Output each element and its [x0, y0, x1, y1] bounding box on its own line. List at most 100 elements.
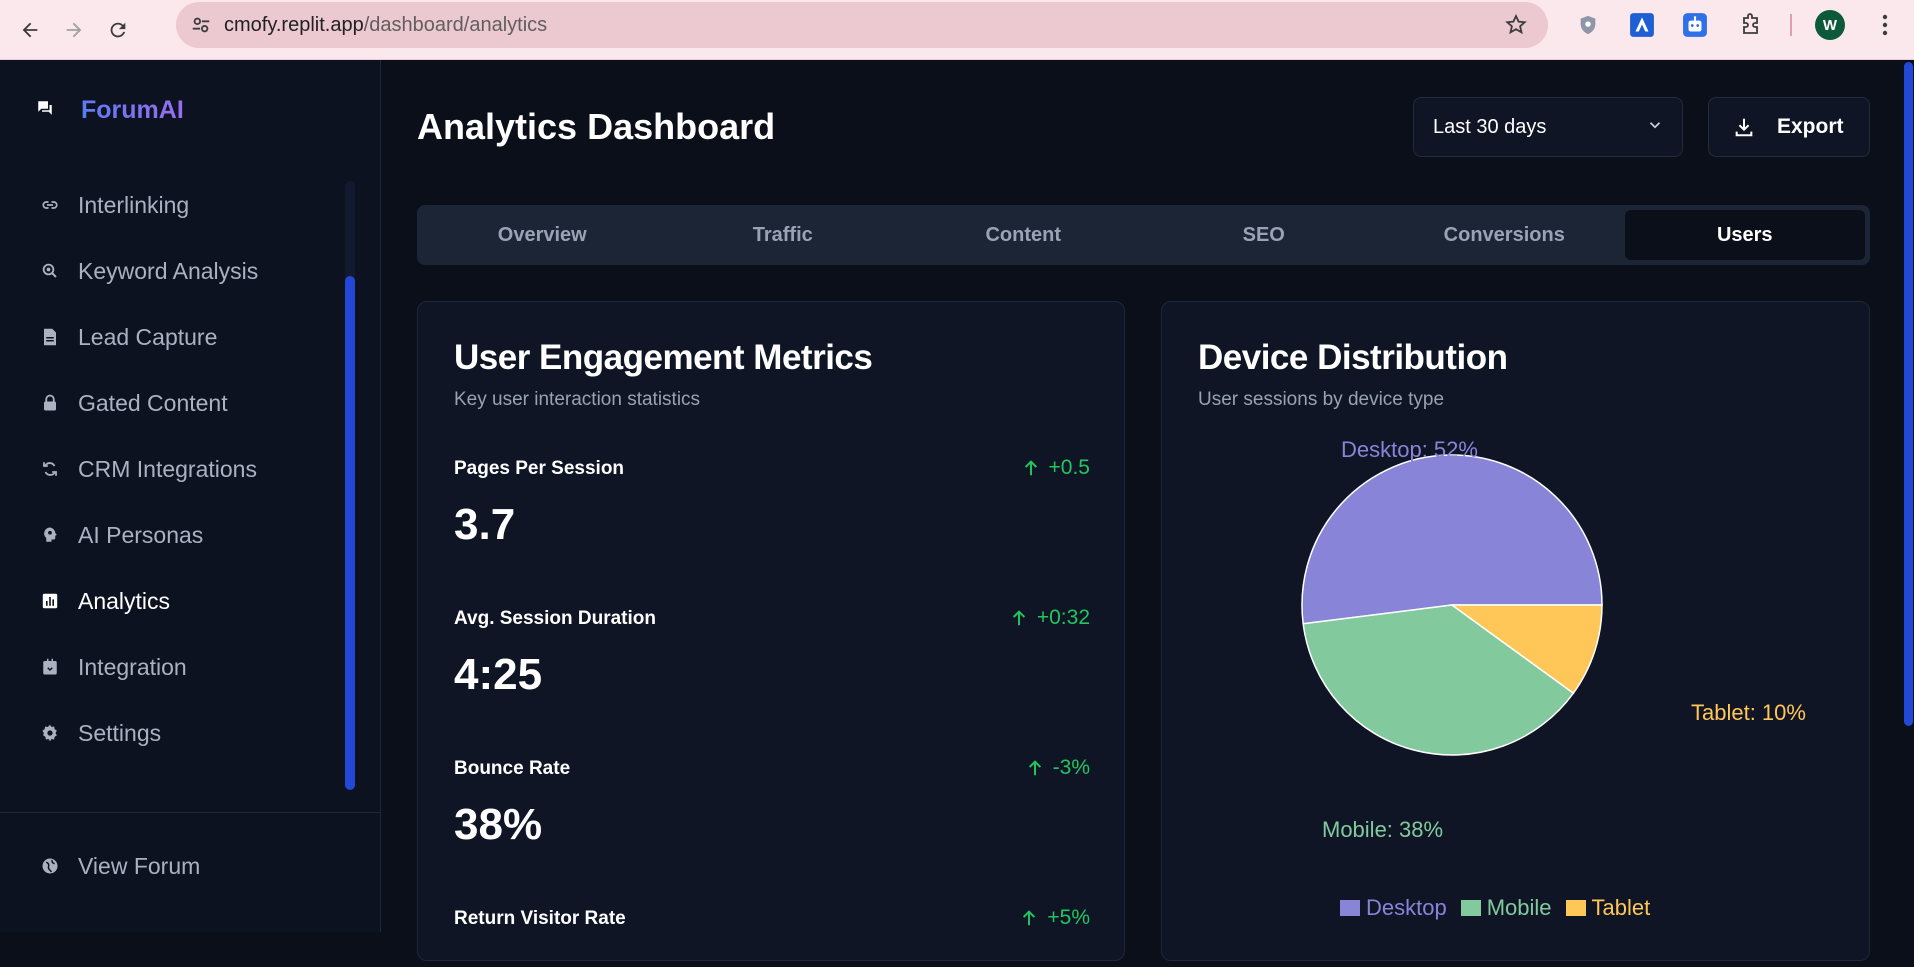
profile-avatar[interactable]: W	[1815, 10, 1845, 40]
analytics-icon	[40, 591, 60, 611]
tab-content[interactable]: Content	[903, 210, 1144, 260]
metric-delta-value: +5%	[1047, 906, 1090, 929]
device-distribution-card: Device Distribution User sessions by dev…	[1161, 301, 1870, 961]
metric-value: 38%	[454, 800, 543, 849]
metric-value: 3.7	[454, 500, 516, 549]
view-forum-link[interactable]: View Forum	[0, 833, 381, 899]
metric-label: Return Visitor Rate	[454, 908, 626, 929]
engagement-subtitle: Key user interaction statistics	[454, 389, 701, 410]
sidebar-item-lead-capture[interactable]: Lead Capture	[0, 304, 381, 370]
metric-delta: +0:32	[1011, 606, 1090, 630]
pie-svg	[1301, 454, 1603, 756]
legend-item-mobile[interactable]: Mobile	[1460, 895, 1552, 921]
metric-avg-session-duration: Avg. Session Duration +0:32 4:25	[454, 606, 1090, 700]
bookmark-star-icon[interactable]	[1504, 13, 1528, 42]
legend-label: Desktop	[1366, 895, 1447, 920]
forum-logo-icon	[36, 99, 54, 122]
sidebar-item-crm-integrations[interactable]: CRM Integrations	[0, 436, 381, 502]
metric-label: Bounce Rate	[454, 758, 571, 779]
globe-icon	[40, 856, 60, 876]
date-range-select[interactable]: Last 30 days	[1413, 97, 1683, 157]
shield-extension-icon[interactable]	[1573, 10, 1603, 40]
sidebar-item-label: Interlinking	[78, 191, 190, 218]
main-content: Analytics Dashboard Last 30 days Export …	[382, 60, 1894, 961]
link-icon	[40, 195, 60, 215]
engagement-title: User Engagement Metrics	[454, 338, 873, 377]
sidebar-item-ai-personas[interactable]: AI Personas	[0, 502, 381, 568]
tab-traffic[interactable]: Traffic	[663, 210, 904, 260]
sidebar-footer: View Forum	[0, 812, 381, 899]
site-settings-icon[interactable]	[178, 2, 224, 48]
metric-pages-per-session: Pages Per Session +0.5 3.7	[454, 456, 1090, 550]
url-text: cmofy.replit.app/dashboard/analytics	[224, 14, 547, 37]
sidebar-item-analytics[interactable]: Analytics	[0, 568, 381, 634]
chevron-down-icon	[1646, 116, 1664, 140]
persona-icon	[40, 525, 60, 545]
metric-bounce-rate: Bounce Rate -3% 38%	[454, 756, 1090, 850]
sidebar-item-integration[interactable]: Integration	[0, 634, 381, 700]
slice-label-tablet: Tablet: 10%	[1691, 700, 1806, 725]
gear-icon	[40, 723, 60, 743]
sidebar-nav: Interlinking Keyword Analysis Lead Captu…	[0, 172, 381, 766]
legend-swatch	[1565, 900, 1586, 916]
arrow-up-icon	[1023, 459, 1039, 477]
legend-swatch	[1340, 900, 1360, 916]
document-icon	[40, 327, 60, 347]
metric-return-visitor-rate: Return Visitor Rate +5%	[454, 906, 1090, 930]
sidebar-item-label: Lead Capture	[78, 323, 218, 350]
export-label: Export	[1777, 115, 1844, 138]
metric-value: 4:25	[454, 650, 543, 699]
date-range-value: Last 30 days	[1433, 115, 1547, 138]
address-bar[interactable]: cmofy.replit.app/dashboard/analytics	[176, 2, 1548, 48]
metric-label: Pages Per Session	[454, 458, 625, 479]
back-button[interactable]	[10, 10, 50, 50]
reload-button[interactable]	[98, 10, 138, 50]
sync-icon	[40, 459, 60, 479]
brand[interactable]: ForumAI	[36, 96, 184, 125]
lock-icon	[40, 393, 60, 413]
tab-users[interactable]: Users	[1624, 210, 1865, 260]
arrow-up-icon	[1027, 759, 1043, 777]
sidebar-item-label: AI Personas	[78, 521, 204, 548]
tab-seo[interactable]: SEO	[1144, 210, 1385, 260]
metric-delta-value: -3%	[1052, 756, 1090, 779]
brand-name: ForumAI	[81, 96, 184, 124]
browser-menu-icon[interactable]	[1870, 10, 1900, 40]
slice-label-desktop: Desktop: 52%	[1341, 437, 1478, 462]
robot-extension-icon[interactable]	[1680, 10, 1710, 40]
sidebar-scrollbar-thumb[interactable]	[345, 276, 355, 790]
view-forum-label: View Forum	[78, 852, 201, 879]
tab-conversions[interactable]: Conversions	[1384, 210, 1625, 260]
legend-label: Mobile	[1486, 895, 1552, 920]
device-pie-chart: Desktop: 52% Mobile: 38% Tablet: 10%	[1162, 302, 1871, 962]
sidebar-item-label: Analytics	[78, 587, 171, 614]
integration-icon	[40, 657, 60, 677]
sidebar: ForumAI Interlinking Keyword Analysis Le…	[0, 60, 381, 932]
export-button[interactable]: Export	[1708, 97, 1870, 157]
forward-button[interactable]	[54, 10, 94, 50]
legend-swatch	[1460, 900, 1481, 916]
slice-desktop[interactable]	[1301, 454, 1603, 625]
sidebar-item-settings[interactable]: Settings	[0, 700, 381, 766]
metric-label: Avg. Session Duration	[454, 608, 656, 629]
sidebar-item-label: CRM Integrations	[78, 455, 257, 482]
analytics-tabs: Overview Traffic Content SEO Conversions…	[417, 205, 1870, 265]
legend-item-desktop[interactable]: Desktop	[1340, 895, 1447, 921]
sidebar-item-gated-content[interactable]: Gated Content	[0, 370, 381, 436]
page-scrollbar-thumb[interactable]	[1904, 62, 1913, 726]
tab-overview[interactable]: Overview	[422, 210, 663, 260]
pie-legend: Desktop Mobile Tablet	[1340, 895, 1664, 921]
keyword-search-icon	[40, 261, 60, 281]
legend-item-tablet[interactable]: Tablet	[1565, 895, 1650, 921]
metric-delta-value: +0.5	[1048, 456, 1090, 479]
sidebar-item-label: Settings	[78, 719, 162, 746]
extensions-puzzle-icon[interactable]	[1736, 10, 1766, 40]
slice-label-mobile: Mobile: 38%	[1322, 817, 1444, 842]
sidebar-item-label: Gated Content	[78, 389, 228, 416]
sidebar-item-keyword-analysis[interactable]: Keyword Analysis	[0, 238, 381, 304]
metric-delta-value: +0:32	[1036, 606, 1090, 629]
sidebar-item-interlinking[interactable]: Interlinking	[0, 172, 381, 238]
triangle-extension-icon[interactable]	[1627, 10, 1657, 40]
url-host: cmofy.replit.app	[224, 13, 364, 36]
arrow-up-icon	[1021, 909, 1037, 927]
